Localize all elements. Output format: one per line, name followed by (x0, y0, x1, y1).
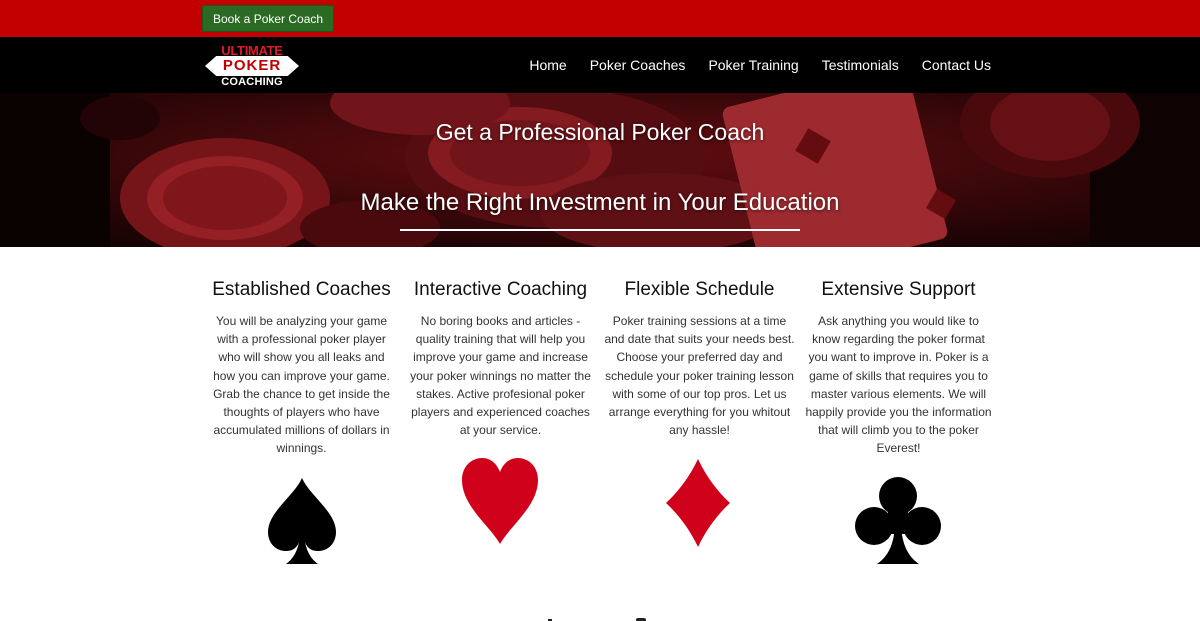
feature-text: You will be analyzing your game with a p… (213, 314, 390, 456)
feature-title: Flexible Schedule (624, 279, 775, 300)
site-logo[interactable]: ULTIMATE POKER COACHING (202, 41, 302, 89)
nav-testimonials[interactable]: Testimonials (822, 57, 899, 73)
spade-icon (268, 478, 336, 564)
next-section-heading-peek (548, 618, 646, 621)
hero-divider (400, 229, 800, 231)
hero-title: Get a Professional Poker Coach (435, 119, 765, 145)
features-section: Established Coaches You will be analyzin… (202, 276, 998, 458)
book-coach-button[interactable]: Book a Poker Coach (202, 5, 335, 32)
feature-title: Established Coaches (212, 279, 391, 300)
logo-text-ultimate: ULTIMATE (221, 43, 283, 58)
primary-nav: Home Poker Coaches Poker Training Testim… (506, 37, 991, 93)
feature-text: Ask anything you would like to know rega… (805, 314, 992, 456)
feature-text: No boring books and articles - quality t… (410, 314, 591, 438)
feature-extensive-support: Extensive Support Ask anything you would… (799, 276, 998, 458)
hero-subtitle: Make the Right Investment in Your Educat… (360, 189, 840, 216)
nav-poker-coaches[interactable]: Poker Coaches (590, 57, 686, 73)
feature-title: Interactive Coaching (413, 279, 588, 300)
hero-banner: Get a Professional Poker Coach Make the … (0, 93, 1200, 247)
feature-interactive-coaching: Interactive Coaching No boring books and… (401, 276, 600, 458)
feature-flexible-schedule: Flexible Schedule Poker training session… (600, 276, 799, 458)
diamond-icon (666, 459, 730, 547)
poker-chips-background-image (0, 93, 1200, 247)
nav-poker-training[interactable]: Poker Training (708, 57, 798, 73)
main-navbar: ULTIMATE POKER COACHING Home Poker Coach… (0, 37, 1200, 93)
logo-text-coaching: COACHING (221, 76, 283, 88)
feature-established-coaches: Established Coaches You will be analyzin… (202, 276, 401, 458)
logo-text-poker: POKER (205, 56, 299, 76)
top-bar: Book a Poker Coach (0, 0, 1200, 37)
feature-text: Poker training sessions at a time and da… (604, 314, 795, 438)
heart-icon (462, 458, 538, 544)
nav-home[interactable]: Home (529, 57, 566, 73)
nav-contact-us[interactable]: Contact Us (922, 57, 991, 73)
feature-title: Extensive Support (821, 279, 976, 300)
club-icon (855, 477, 941, 564)
